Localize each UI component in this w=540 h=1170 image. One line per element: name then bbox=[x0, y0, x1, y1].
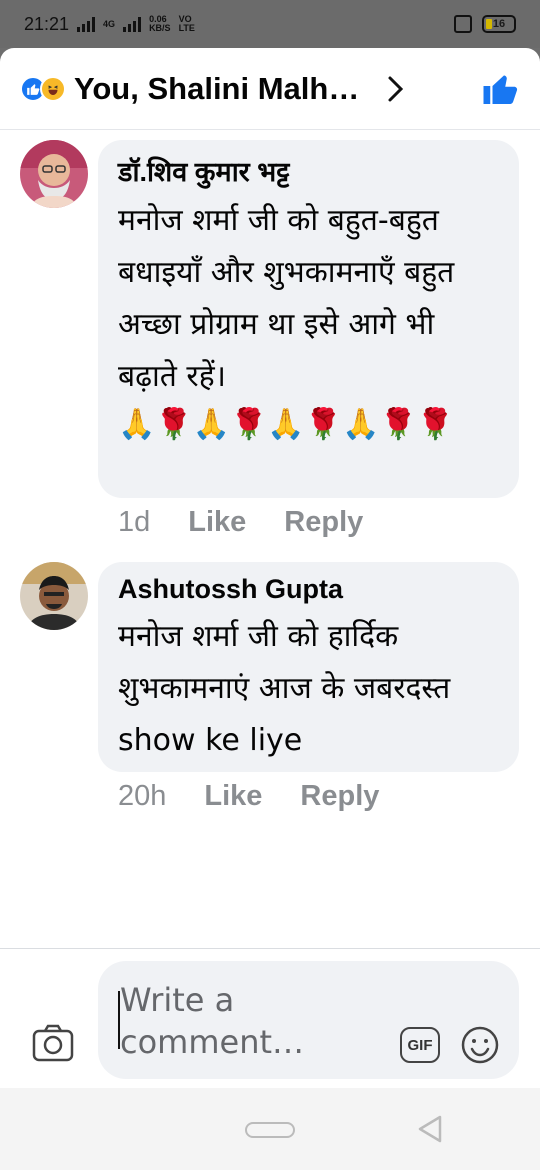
battery-icon: 16 bbox=[482, 15, 516, 33]
volte-indicator: VO LTE bbox=[178, 14, 195, 33]
chevron-right-icon[interactable] bbox=[387, 74, 409, 104]
thumbs-up-icon bbox=[483, 75, 518, 104]
comment-time: 1d bbox=[118, 506, 151, 538]
comment-actions: 1d Like Reply bbox=[118, 506, 363, 539]
avatar[interactable] bbox=[20, 562, 88, 630]
emoji-icon[interactable] bbox=[460, 1025, 500, 1065]
like-comment-button[interactable]: Like bbox=[204, 780, 262, 813]
comment-emoji: 🙏🌹🙏🌹🙏🌹🙏🌹🌹 bbox=[118, 407, 455, 442]
camera-icon[interactable] bbox=[32, 1023, 74, 1063]
comment-input[interactable]: Write a comment… GIF bbox=[98, 961, 519, 1079]
gif-button[interactable]: GIF bbox=[400, 1027, 440, 1063]
like-button[interactable] bbox=[480, 69, 520, 109]
back-icon[interactable] bbox=[416, 1114, 444, 1144]
system-nav-bar bbox=[0, 1088, 540, 1170]
reactions-title[interactable]: You, Shalini Malh… bbox=[74, 71, 359, 107]
commenter-name[interactable]: Ashutossh Gupta bbox=[118, 574, 499, 605]
signal-icon bbox=[77, 16, 96, 32]
status-bar: 21:21 4G 0.06 KB/S VO LTE 16 bbox=[0, 0, 540, 48]
vibrate-icon bbox=[454, 15, 472, 33]
network-type: 4G bbox=[103, 18, 116, 29]
comment-composer: Write a comment… GIF bbox=[0, 948, 540, 1088]
reactions-header[interactable]: You, Shalini Malh… bbox=[0, 48, 540, 130]
reply-button[interactable]: Reply bbox=[300, 780, 379, 813]
comment-text: मनोज शर्मा जी को बहुत-बहुत बधाइयाँ और शु… bbox=[118, 203, 455, 394]
comment-bubble[interactable]: Ashutossh Gupta मनोज शर्मा जी को हार्दिक… bbox=[98, 562, 519, 772]
comment-actions: 20h Like Reply bbox=[118, 780, 379, 813]
reply-button[interactable]: Reply bbox=[284, 506, 363, 539]
home-button[interactable] bbox=[245, 1122, 295, 1138]
reaction-icons bbox=[20, 75, 66, 102]
comment-placeholder: Write a comment… bbox=[120, 981, 305, 1061]
like-comment-button[interactable]: Like bbox=[188, 506, 246, 539]
status-time: 21:21 bbox=[24, 13, 70, 34]
net-speed: 0.06 KB/S bbox=[149, 14, 171, 33]
comments-sheet: You, Shalini Malh… डॉ.शिव कुमार भट्ट मनो… bbox=[0, 48, 540, 1170]
commenter-name[interactable]: डॉ.शिव कुमार भट्ट bbox=[118, 152, 499, 189]
signal-icon-2 bbox=[123, 16, 142, 32]
comment-text: मनोज शर्मा जी को हार्दिक शुभकामनाएं आज क… bbox=[118, 619, 451, 758]
comment-bubble[interactable]: डॉ.शिव कुमार भट्ट मनोज शर्मा जी को बहुत-… bbox=[98, 140, 519, 498]
haha-reaction-icon bbox=[40, 75, 66, 102]
avatar[interactable] bbox=[20, 140, 88, 208]
comment-time: 20h bbox=[118, 780, 167, 812]
